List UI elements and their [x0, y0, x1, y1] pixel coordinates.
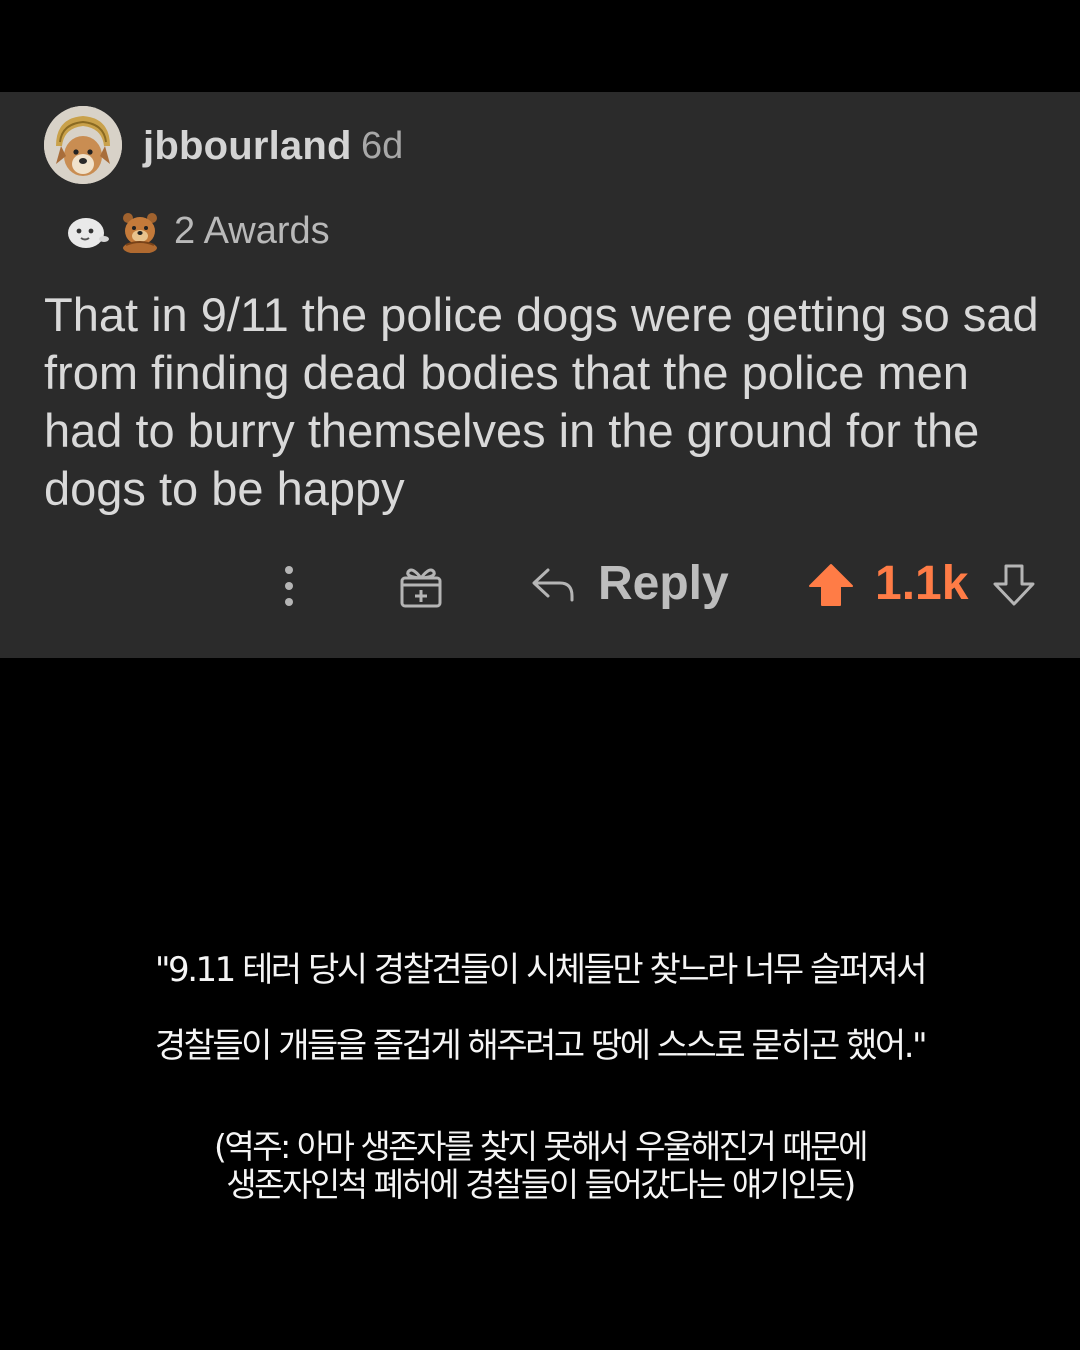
translator-note: (역주: 아마 생존자를 찾지 못해서 우울해진거 때문에 생존자인척 폐허에 … — [0, 1128, 1080, 1204]
comment-card: jbbourland 6d 2 Awards That in 9/11 the … — [0, 92, 1080, 658]
translator-note-line-2: 생존자인척 폐허에 경찰들이 들어갔다는 얘기인듯) — [226, 1165, 856, 1204]
seal-award-icon — [66, 209, 110, 253]
upvote-arrow-icon[interactable] — [808, 562, 854, 608]
vertical-dots-icon[interactable] — [275, 562, 303, 610]
reply-button[interactable]: Reply — [598, 556, 729, 611]
awards-row[interactable]: 2 Awards — [66, 204, 330, 258]
vote-count: 1.1k — [875, 557, 969, 610]
bear-award-icon — [118, 209, 162, 254]
reply-arrow-icon[interactable] — [530, 566, 576, 604]
comment-age: 6d — [361, 125, 404, 167]
translation-line-1: "9.11 테러 당시 경찰견들이 시체들만 찾느라 너무 슬퍼져서 — [154, 950, 928, 990]
downvote-arrow-icon[interactable] — [992, 562, 1036, 608]
translation-line-2: 경찰들이 개들을 즐겁게 해주려고 땅에 스스로 묻히곤 했어." — [154, 1026, 928, 1066]
gift-icon[interactable] — [398, 564, 444, 608]
comment-action-bar: Reply 1.1k — [0, 552, 1080, 620]
awards-count-label: 2 Awards — [174, 209, 330, 252]
translator-note-line-1: (역주: 아마 생존자를 찾지 못해서 우울해진거 때문에 — [214, 1127, 869, 1166]
comment-text: That in 9/11 the police dogs were gettin… — [44, 288, 1039, 515]
user-avatar[interactable] — [44, 106, 122, 184]
username[interactable]: jbbourland — [143, 124, 352, 169]
